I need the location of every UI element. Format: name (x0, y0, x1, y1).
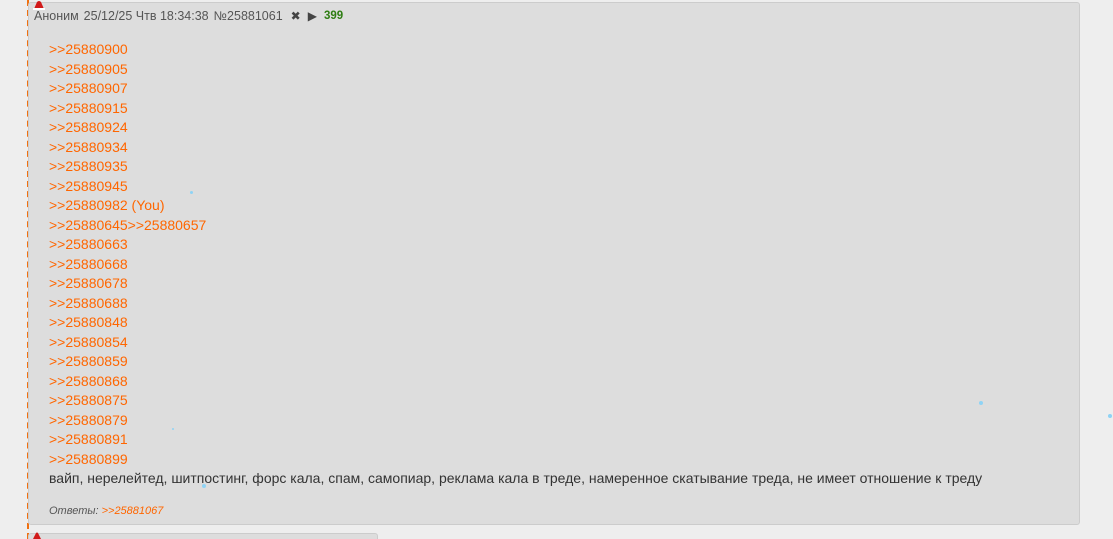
reply-link[interactable]: >>25880905 (49, 60, 982, 80)
reply-link[interactable]: >>25880678 (49, 274, 982, 294)
post-body: >>25880900 >>25880905 >>25880907 >>25880… (49, 40, 982, 489)
answers-label: Ответы: (49, 505, 99, 517)
reply-link[interactable]: >>25880875 (49, 391, 982, 411)
next-post (28, 533, 378, 539)
reply-link[interactable]: >>25880868 (49, 372, 982, 392)
reply-link[interactable]: >>25880848 (49, 313, 982, 333)
reply-link[interactable]: >>25880668 (49, 255, 982, 275)
snow-dot (202, 484, 206, 488)
snow-dot (979, 401, 983, 405)
reply-link[interactable]: >>25880924 (49, 118, 982, 138)
post-date: 25/12/25 Чтв 18:34:38 (83, 9, 209, 23)
reply-link[interactable]: >>25880854 (49, 333, 982, 353)
reply-link[interactable]: >>25880663 (49, 235, 982, 255)
reply-link[interactable]: >>25880935 (49, 157, 982, 177)
post: Аноним 25/12/25 Чтв 18:34:38 №25881061 ✖… (28, 2, 1080, 525)
answer-link[interactable]: >>25881067 (102, 505, 164, 517)
reply-count: 399 (323, 10, 344, 22)
reply-link[interactable]: >>25880891 (49, 430, 982, 450)
snow-dot (1108, 414, 1112, 418)
santa-hat-icon (33, 1, 45, 10)
post-number[interactable]: №25881061 (214, 9, 283, 23)
post-message: вайп, нерелейтед, шитпостинг, форс кала,… (49, 470, 983, 486)
post-header: Аноним 25/12/25 Чтв 18:34:38 №25881061 ✖… (34, 9, 343, 23)
close-icon[interactable]: ✖ (291, 9, 301, 23)
reply-link[interactable]: >>25880982 (You) (49, 196, 982, 216)
reply-link[interactable]: >>25880945 (49, 177, 982, 197)
santa-hat-icon (33, 532, 41, 539)
play-icon[interactable]: ▶ (308, 9, 317, 23)
answers-line: Ответы: >>25881067 (49, 505, 163, 517)
reply-link[interactable]: >>25880900 (49, 40, 982, 60)
reply-link[interactable]: >>25880859 (49, 352, 982, 372)
reply-link[interactable]: >>25880645>>25880657 (49, 216, 982, 236)
reply-link[interactable]: >>25880899 (49, 450, 982, 470)
reply-link[interactable]: >>25880688 (49, 294, 982, 314)
snow-dot (190, 191, 193, 194)
reply-link[interactable]: >>25880907 (49, 79, 982, 99)
reply-link[interactable]: >>25880915 (49, 99, 982, 119)
snow-dot (172, 428, 174, 430)
reply-link[interactable]: >>25880934 (49, 138, 982, 158)
thread-page: Аноним 25/12/25 Чтв 18:34:38 №25881061 ✖… (0, 0, 1113, 539)
reply-link[interactable]: >>25880879 (49, 411, 982, 431)
post-author: Аноним (34, 9, 79, 23)
